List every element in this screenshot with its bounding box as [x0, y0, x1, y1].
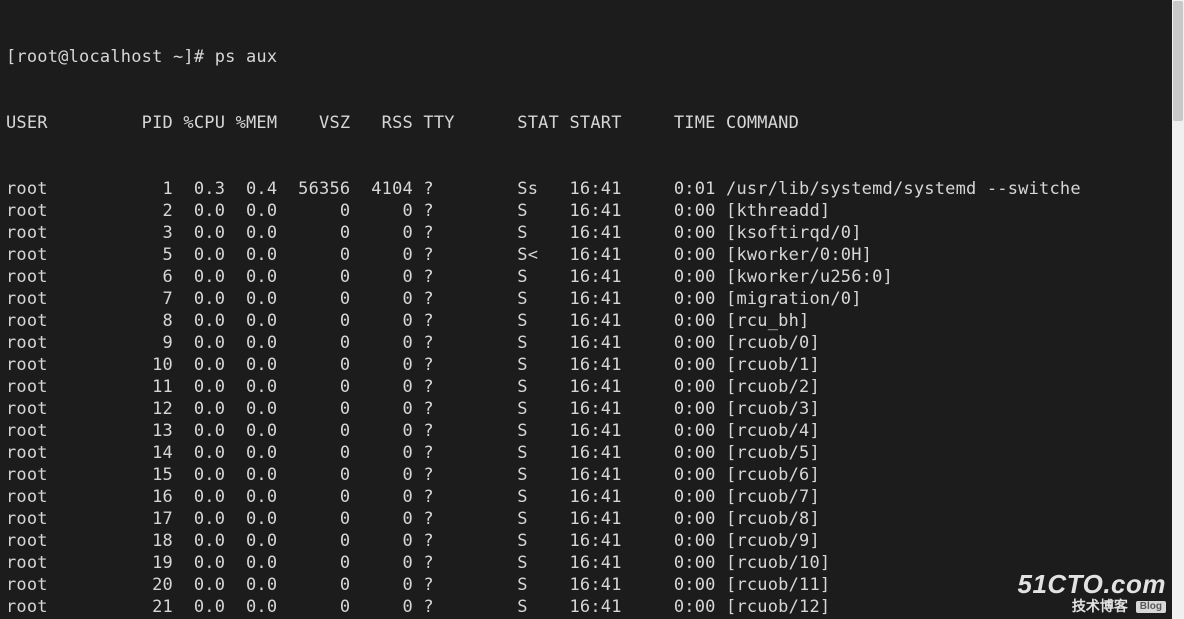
process-row: root 17 0.0 0.0 0 0 ? S 16:41 0:00 [rcuo…	[6, 508, 1166, 530]
watermark-line1: 51CTO.com	[1017, 571, 1166, 597]
process-row: root 20 0.0 0.0 0 0 ? S 16:41 0:00 [rcuo…	[6, 574, 1166, 596]
process-row: root 21 0.0 0.0 0 0 ? S 16:41 0:00 [rcuo…	[6, 596, 1166, 618]
process-row: root 16 0.0 0.0 0 0 ? S 16:41 0:00 [rcuo…	[6, 486, 1166, 508]
process-row: root 8 0.0 0.0 0 0 ? S 16:41 0:00 [rcu_b…	[6, 310, 1166, 332]
process-row: root 3 0.0 0.0 0 0 ? S 16:41 0:00 [ksoft…	[6, 222, 1166, 244]
ps-header: USER PID %CPU %MEM VSZ RSS TTY STAT STAR…	[6, 112, 1166, 134]
process-row: root 9 0.0 0.0 0 0 ? S 16:41 0:00 [rcuob…	[6, 332, 1166, 354]
prompt-line: [root@localhost ~]# ps aux	[6, 46, 1166, 68]
watermark: 51CTO.com 技术博客 Blog	[1017, 571, 1166, 613]
process-row: root 2 0.0 0.0 0 0 ? S 16:41 0:00 [kthre…	[6, 200, 1166, 222]
process-row: root 14 0.0 0.0 0 0 ? S 16:41 0:00 [rcuo…	[6, 442, 1166, 464]
window: [root@localhost ~]# ps aux USER PID %CPU…	[0, 0, 1184, 619]
scrollbar-thumb[interactable]	[1173, 1, 1183, 121]
scrollbar-track[interactable]	[1172, 0, 1184, 619]
process-row: root 11 0.0 0.0 0 0 ? S 16:41 0:00 [rcuo…	[6, 376, 1166, 398]
process-row: root 19 0.0 0.0 0 0 ? S 16:41 0:00 [rcuo…	[6, 552, 1166, 574]
process-row: root 12 0.0 0.0 0 0 ? S 16:41 0:00 [rcuo…	[6, 398, 1166, 420]
process-row: root 6 0.0 0.0 0 0 ? S 16:41 0:00 [kwork…	[6, 266, 1166, 288]
watermark-line2: 技术博客 Blog	[1017, 599, 1166, 613]
process-row: root 1 0.3 0.4 56356 4104 ? Ss 16:41 0:0…	[6, 178, 1166, 200]
process-row: root 5 0.0 0.0 0 0 ? S< 16:41 0:00 [kwor…	[6, 244, 1166, 266]
terminal[interactable]: [root@localhost ~]# ps aux USER PID %CPU…	[0, 0, 1172, 619]
process-row: root 13 0.0 0.0 0 0 ? S 16:41 0:00 [rcuo…	[6, 420, 1166, 442]
process-row: root 15 0.0 0.0 0 0 ? S 16:41 0:00 [rcuo…	[6, 464, 1166, 486]
ps-body: root 1 0.3 0.4 56356 4104 ? Ss 16:41 0:0…	[6, 178, 1166, 619]
process-row: root 10 0.0 0.0 0 0 ? S 16:41 0:00 [rcuo…	[6, 354, 1166, 376]
watermark-badge: Blog	[1136, 601, 1166, 613]
process-row: root 7 0.0 0.0 0 0 ? S 16:41 0:00 [migra…	[6, 288, 1166, 310]
process-row: root 18 0.0 0.0 0 0 ? S 16:41 0:00 [rcuo…	[6, 530, 1166, 552]
